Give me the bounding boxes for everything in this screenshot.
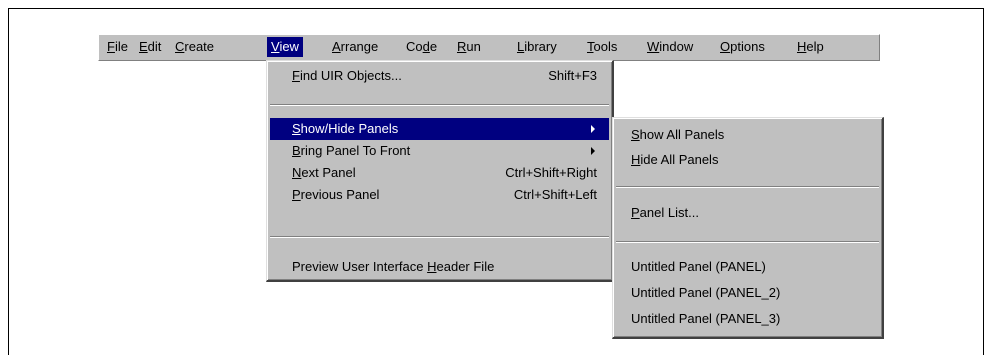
menu-item-label: Hide All Panels: [631, 152, 719, 167]
shortcut-text: Ctrl+Shift+Left: [513, 187, 597, 202]
menu-tools[interactable]: Tools: [583, 37, 621, 57]
menu-item-show-hide-panels[interactable]: Show/Hide Panels: [270, 118, 609, 140]
menu-separator: [616, 241, 879, 243]
menu-item-bring-panel-to-front[interactable]: Bring Panel To Front: [270, 140, 609, 162]
menu-item-show-all-panels[interactable]: Show All Panels: [616, 124, 879, 146]
menu-bar: File Edit Create View Arrange Code Run L…: [98, 34, 880, 61]
menu-item-preview-header-file[interactable]: Preview User Interface Header File: [270, 256, 609, 278]
menu-item-label: Find UIR Objects...: [292, 68, 402, 83]
menu-item-hide-all-panels[interactable]: Hide All Panels: [616, 149, 879, 171]
menu-create[interactable]: Create: [171, 37, 218, 57]
menu-item-label: Preview User Interface Header File: [292, 259, 495, 274]
menu-library[interactable]: Library: [513, 37, 561, 57]
menu-options[interactable]: Options: [716, 37, 769, 57]
menu-help[interactable]: Help: [793, 37, 828, 57]
menu-item-find-uir-objects[interactable]: Find UIR Objects... Shift+F3: [270, 65, 609, 87]
menu-view[interactable]: View: [267, 37, 303, 57]
menu-separator: [270, 104, 609, 106]
menu-item-label: Untitled Panel (PANEL): [631, 259, 766, 274]
menu-item-next-panel[interactable]: Next Panel Ctrl+Shift+Right: [270, 162, 609, 184]
submenu-arrow-icon: [591, 147, 595, 155]
menu-item-untitled-panel[interactable]: Untitled Panel (PANEL): [616, 256, 879, 278]
menu-item-label: Show/Hide Panels: [292, 121, 399, 136]
show-hide-panels-submenu: Show All Panels Hide All Panels Panel Li…: [612, 117, 884, 339]
menu-file[interactable]: File: [103, 37, 132, 57]
menu-item-label: Previous Panel: [292, 187, 380, 202]
shortcut-text: Ctrl+Shift+Right: [505, 165, 597, 180]
menu-item-label: Untitled Panel (PANEL_2): [631, 285, 781, 300]
view-menu: Find UIR Objects... Shift+F3 Show/Hide P…: [266, 60, 614, 282]
menu-window[interactable]: Window: [643, 37, 697, 57]
submenu-arrow-icon: [591, 125, 595, 133]
menu-separator: [616, 186, 879, 188]
menu-item-label: Next Panel: [292, 165, 356, 180]
shortcut-text: Shift+F3: [548, 68, 597, 83]
menu-item-label: Show All Panels: [631, 127, 725, 142]
menu-arrange[interactable]: Arrange: [328, 37, 382, 57]
menu-item-label: Bring Panel To Front: [292, 143, 411, 158]
menu-run[interactable]: Run: [453, 37, 485, 57]
menu-separator: [270, 236, 609, 238]
menu-code[interactable]: Code: [402, 37, 441, 57]
menu-item-previous-panel[interactable]: Previous Panel Ctrl+Shift+Left: [270, 184, 609, 206]
menu-item-panel-list[interactable]: Panel List...: [616, 202, 879, 224]
menu-item-untitled-panel-2[interactable]: Untitled Panel (PANEL_2): [616, 282, 879, 304]
menu-edit[interactable]: Edit: [135, 37, 165, 57]
menu-item-label: Panel List...: [631, 205, 699, 220]
menu-item-label: Untitled Panel (PANEL_3): [631, 311, 781, 326]
menu-item-untitled-panel-3[interactable]: Untitled Panel (PANEL_3): [616, 308, 879, 330]
